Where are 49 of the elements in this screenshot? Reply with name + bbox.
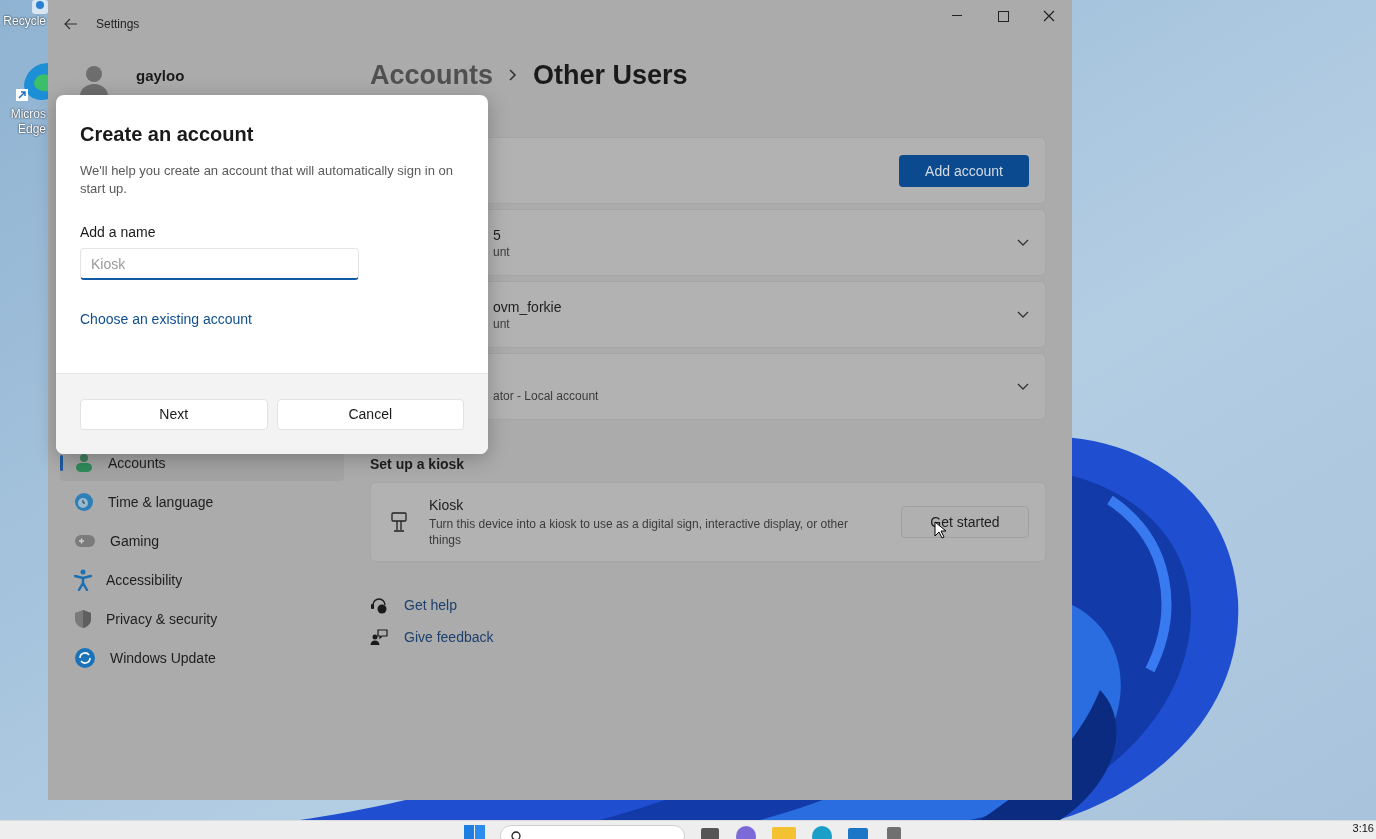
chevron-down-icon[interactable]	[1017, 238, 1029, 247]
account-type: unt	[493, 316, 511, 331]
dialog-button[interactable]: Next	[80, 398, 268, 430]
kiosk-description: Turn this device into a kiosk to use as a digital sign, interactive display, or other things	[429, 515, 849, 548]
existing-account-link[interactable]: Choose an existing account	[80, 311, 252, 327]
user-name: gayloo	[136, 66, 185, 84]
page-title: Other Users	[533, 59, 688, 91]
globe-clock-icon	[74, 492, 94, 512]
search-icon	[511, 831, 521, 839]
breadcrumb-parent[interactable]: Accounts	[370, 59, 494, 91]
chevron-right-icon	[509, 69, 518, 81]
help-icon	[370, 596, 388, 614]
sidebar-item[interactable]: Privacy & security	[60, 601, 344, 637]
controller-icon	[74, 534, 96, 548]
shield-icon	[74, 609, 92, 629]
person-icon	[74, 454, 94, 472]
sidebar-item[interactable]: Time & language	[60, 484, 344, 520]
kiosk-icon	[391, 512, 407, 532]
account-name: 5	[493, 226, 502, 243]
dialog-title: Create an account	[80, 123, 255, 146]
dialog-button[interactable]: Cancel	[276, 398, 464, 430]
account-type: unt	[493, 244, 510, 259]
sidebar-item[interactable]: Accessibility	[60, 562, 344, 598]
start-icon[interactable]	[464, 825, 486, 839]
feedback-icon	[370, 628, 388, 646]
name-input-field[interactable]: Kiosk	[80, 248, 359, 280]
maximize-icon[interactable]	[997, 10, 1009, 22]
chevron-down-icon[interactable]	[1017, 382, 1029, 391]
minimize-icon[interactable]	[952, 15, 962, 17]
back-arrow-icon[interactable]	[64, 18, 78, 30]
help-link[interactable]: Give feedback	[404, 629, 494, 645]
accessibility-icon	[74, 569, 92, 591]
field-label: Add a name	[80, 224, 157, 240]
chevron-down-icon[interactable]	[1017, 310, 1029, 319]
app-icon[interactable]	[699, 825, 721, 839]
kiosk-title: Kiosk	[429, 496, 465, 513]
window-title: Settings	[96, 17, 140, 31]
help-link[interactable]: Get help	[404, 597, 457, 613]
avatar-icon	[78, 64, 110, 96]
sync-icon	[74, 647, 96, 669]
close-icon[interactable]	[1043, 10, 1055, 22]
account-type: ator - Local account	[493, 388, 599, 403]
dialog-description: We'll help you create an account that will automatically sign in on start up.	[80, 162, 454, 198]
add-account-button[interactable]: Add account	[899, 154, 1029, 187]
clock: 3:16	[1352, 821, 1374, 835]
sidebar-item[interactable]: Gaming	[60, 523, 344, 559]
account-name: ovm_forkie	[493, 298, 562, 315]
sidebar-item[interactable]: Windows Update	[60, 640, 344, 676]
section-heading: Set up a kiosk	[370, 456, 465, 472]
